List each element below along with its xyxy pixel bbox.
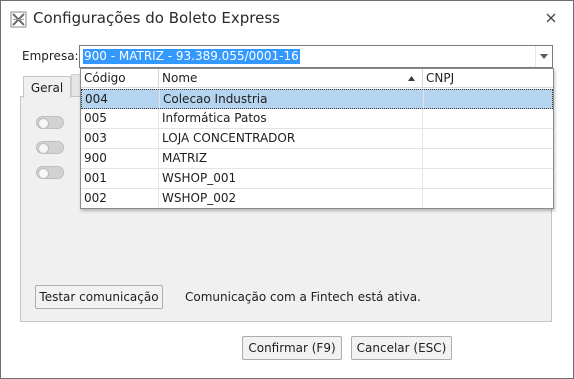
- cell-cnpj: [423, 109, 553, 128]
- toggle-switch[interactable]: [36, 166, 64, 179]
- cell-nome: WSHOP_002: [159, 189, 423, 208]
- cancel-button-label: Cancelar (ESC): [356, 341, 447, 355]
- test-connection-label: Testar comunicação: [39, 290, 159, 304]
- cell-nome: MATRIZ: [159, 149, 423, 168]
- confirm-button-label: Confirmar (F9): [248, 341, 336, 355]
- cell-codigo: 001: [81, 169, 159, 188]
- tab-geral-label: Geral: [30, 80, 64, 95]
- grid-header: Código Nome CNPJ: [81, 69, 553, 88]
- column-header-codigo[interactable]: Código: [81, 69, 159, 88]
- list-item[interactable]: 004 Colecao Industria: [81, 89, 553, 109]
- cell-codigo: 003: [81, 129, 159, 148]
- empresa-combobox[interactable]: 900 - MATRIZ - 93.389.055/0001-16: [79, 45, 553, 68]
- sort-ascending-icon: [408, 76, 415, 81]
- toggle-switch[interactable]: [36, 141, 64, 154]
- list-item[interactable]: 005 Informática Patos: [81, 109, 553, 129]
- cell-codigo: 002: [81, 189, 159, 208]
- list-item[interactable]: 003 LOJA CONCENTRADOR: [81, 129, 553, 149]
- close-icon: [546, 13, 556, 23]
- cell-nome: Informática Patos: [159, 109, 423, 128]
- empresa-selected-value[interactable]: 900 - MATRIZ - 93.389.055/0001-16: [83, 49, 300, 64]
- list-item[interactable]: 900 MATRIZ: [81, 149, 553, 169]
- config-window: Configurações do Boleto Express Empresa:…: [0, 0, 574, 379]
- boleto-express-icon: [10, 11, 27, 28]
- confirm-button[interactable]: Confirmar (F9): [242, 336, 342, 360]
- empresa-dropdown-grid[interactable]: Código Nome CNPJ 004 Colecao Industria 0…: [80, 68, 554, 209]
- connection-status: Comunicação com a Fintech está ativa.: [185, 290, 421, 304]
- combo-dropdown-button[interactable]: [535, 46, 552, 67]
- cell-nome: Colecao Industria: [160, 90, 424, 109]
- list-item[interactable]: 001 WSHOP_001: [81, 169, 553, 189]
- cell-nome: LOJA CONCENTRADOR: [159, 129, 423, 148]
- cell-cnpj: [423, 129, 553, 148]
- window-title: Configurações do Boleto Express: [33, 9, 280, 27]
- test-connection-button[interactable]: Testar comunicação: [35, 285, 163, 309]
- cell-codigo: 005: [81, 109, 159, 128]
- cell-codigo: 900: [81, 149, 159, 168]
- cell-codigo: 004: [82, 90, 160, 109]
- cancel-button[interactable]: Cancelar (ESC): [351, 336, 452, 360]
- close-button[interactable]: [536, 6, 566, 30]
- column-header-cnpj[interactable]: CNPJ: [423, 69, 553, 88]
- empresa-label: Empresa:: [22, 49, 79, 63]
- cell-nome: WSHOP_001: [159, 169, 423, 188]
- cell-cnpj: [423, 169, 553, 188]
- chevron-down-icon: [540, 54, 548, 59]
- cell-cnpj: [424, 90, 553, 109]
- list-item[interactable]: 002 WSHOP_002: [81, 189, 553, 208]
- cell-cnpj: [423, 149, 553, 168]
- column-header-nome[interactable]: Nome: [159, 69, 423, 88]
- toggle-switch[interactable]: [36, 116, 64, 129]
- cell-cnpj: [423, 189, 553, 208]
- title-bar: Configurações do Boleto Express: [1, 1, 573, 35]
- tab-geral[interactable]: Geral: [23, 76, 71, 98]
